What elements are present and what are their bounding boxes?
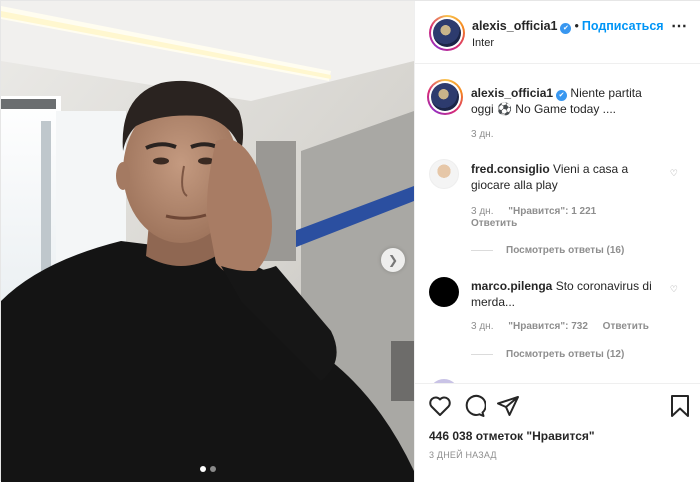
header-user-line: alexis_officia1 ✔ • Подписаться [472,19,664,34]
divider-line [471,354,493,355]
comment-username[interactable]: marco.pilenga [471,279,552,293]
bookmark-icon[interactable] [669,394,691,418]
carousel-dot [209,466,216,472]
likes-count[interactable]: 446 038 отметок "Нравится" [429,429,595,443]
comment-username[interactable]: fred.consiglio [471,162,550,176]
comment-text-block: fred.consiglio Vieni a casa a giocare al… [471,161,666,193]
caption-meta: 3 дн. [471,129,505,140]
chevron-right-icon: ❯ [387,253,399,267]
comment-meta: 3 дн. "Нравится": 732 Ответить [471,321,661,332]
comment-time: 3 дн. [471,321,494,332]
post-side-panel: alexis_officia1 ✔ • Подписаться Inter ⋯ ale… [414,1,700,482]
instagram-post: ❯ alexis_officia1 ✔ • Подписаться Inter ⋯ [0,0,700,482]
verified-badge-icon: ✔ [560,23,572,34]
commenter-avatar[interactable] [429,159,459,189]
carousel-indicator [1,466,414,472]
caption-avatar[interactable] [427,79,463,115]
profile-picture [433,19,461,47]
post-actions: 446 038 отметок "Нравится" 3 ДНЕЙ НАЗАД [415,383,700,482]
post-timestamp: 3 ДНЕЙ НАЗАД [429,450,497,460]
view-replies-button[interactable]: Посмотреть ответы (16) [471,245,624,256]
next-photo-button[interactable]: ❯ [381,248,405,272]
view-replies-button[interactable]: Посмотреть ответы (12) [471,349,624,360]
comment-likes[interactable]: "Нравится": 732 [508,321,588,332]
view-replies-label: Посмотреть ответы (16) [506,245,625,256]
share-icon[interactable] [496,394,520,418]
reply-button[interactable]: Ответить [603,321,649,332]
post-photo[interactable]: ❯ [1,1,414,482]
comment-time: 3 дн. [471,206,494,217]
like-comment-heart-icon[interactable]: ♡ [670,285,678,295]
follow-button[interactable]: Подписаться [582,19,664,33]
view-replies-label: Посмотреть ответы (12) [506,349,625,360]
verified-badge-icon: ✔ [556,90,568,101]
comments-list[interactable]: alexis_officia1 ✔ Niente partita oggi ⚽ N… [415,65,700,383]
comment-actions: Ответить [471,218,529,229]
caption-text-block: alexis_officia1 ✔ Niente partita oggi ⚽ N… [471,85,666,117]
commenter-avatar[interactable] [429,277,459,307]
like-comment-heart-icon[interactable]: ♡ [670,169,678,179]
comment-icon[interactable] [462,394,486,418]
heart-icon[interactable] [428,394,452,418]
username-link[interactable]: alexis_officia1 [472,19,557,33]
carousel-dot-active [199,466,206,472]
reply-button[interactable]: Ответить [471,218,517,229]
caption-time: 3 дн. [471,129,494,140]
caption-username[interactable]: alexis_officia1 [471,86,553,100]
comment-text-block: marco.pilenga Sto coronavirus di merda..… [471,278,666,310]
post-header: alexis_officia1 ✔ • Подписаться Inter ⋯ [415,1,700,64]
avatar[interactable] [429,15,465,51]
separator: • [574,19,579,33]
comment-likes[interactable]: "Нравится": 1 221 [508,206,596,217]
location-link[interactable]: Inter [472,37,494,49]
profile-picture [431,83,459,111]
selfie-image [1,1,414,482]
comment-meta: 3 дн. "Нравится": 1 221 [471,206,608,217]
divider-line [471,250,493,251]
more-options-icon[interactable]: ⋯ [671,19,688,35]
